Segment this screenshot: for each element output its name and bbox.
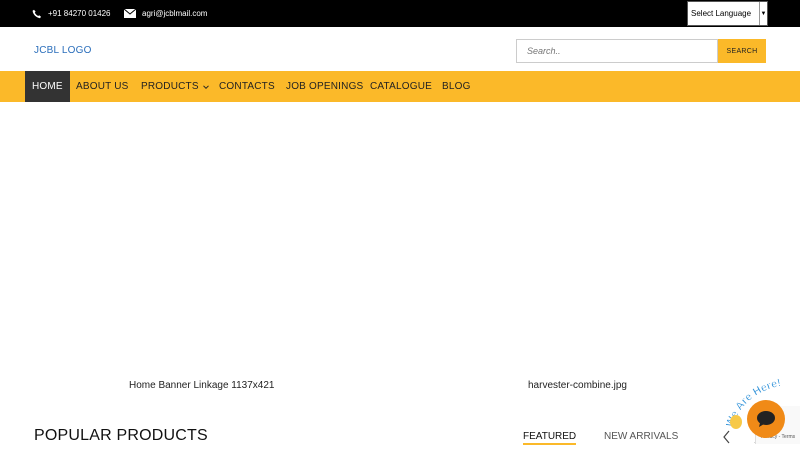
search-input[interactable] [516,39,718,63]
email-address: agri@jcblmail.com [142,9,208,18]
banner-caption-right[interactable]: harvester-combine.jpg [528,380,627,391]
tab-new-arrivals[interactable]: NEW ARRIVALS [604,431,678,442]
nav-blog-label: BLOG [442,81,471,92]
nav-contacts[interactable]: CONTACTS [219,71,275,102]
chat-button[interactable] [747,400,785,438]
envelope-icon [124,9,136,18]
nav-jobs-label: JOB OPENINGS [286,81,364,92]
select-arrow-icon: ▼ [759,2,767,25]
main-nav: HOME ABOUT US PRODUCTS CONTACTS JOB OPEN… [0,71,800,102]
nav-blog[interactable]: BLOG [442,71,471,102]
nav-home-label: HOME [32,81,63,92]
phone-contact[interactable]: +91 84270 01426 [32,0,111,27]
tab-featured[interactable]: FEATURED [523,431,577,445]
top-bar: +91 84270 01426 agri@jcblmail.com Select… [0,0,800,27]
phone-number: +91 84270 01426 [48,9,111,18]
nav-contacts-label: CONTACTS [219,81,275,92]
nav-home[interactable]: HOME [25,71,70,102]
nav-job-openings[interactable]: JOB OPENINGS [286,71,363,102]
nav-products-label: PRODUCTS [141,81,199,92]
chat-bubble-icon [757,411,775,427]
phone-icon [32,9,42,19]
section-title: POPULAR PRODUCTS [34,427,208,444]
banner-caption-left[interactable]: Home Banner Linkage 1137x421 [129,380,274,391]
search-button[interactable]: SEARCH [718,39,766,63]
chevron-left-icon[interactable] [722,430,732,444]
language-select[interactable]: Select Language ▼ [687,1,768,26]
site-logo[interactable]: JCBL LOGO [34,45,92,56]
language-select-label: Select Language [691,9,752,18]
email-contact[interactable]: agri@jcblmail.com [124,0,207,27]
nav-about-label: ABOUT US [76,81,129,92]
waving-hand-icon [730,415,742,429]
nav-about-us[interactable]: ABOUT US [76,71,129,102]
nav-catalogue-label: CATALOGUE [370,81,432,92]
nav-catalogue[interactable]: CATALOGUE [370,71,432,102]
chevron-down-icon [202,84,209,89]
nav-products[interactable]: PRODUCTS [141,71,209,102]
